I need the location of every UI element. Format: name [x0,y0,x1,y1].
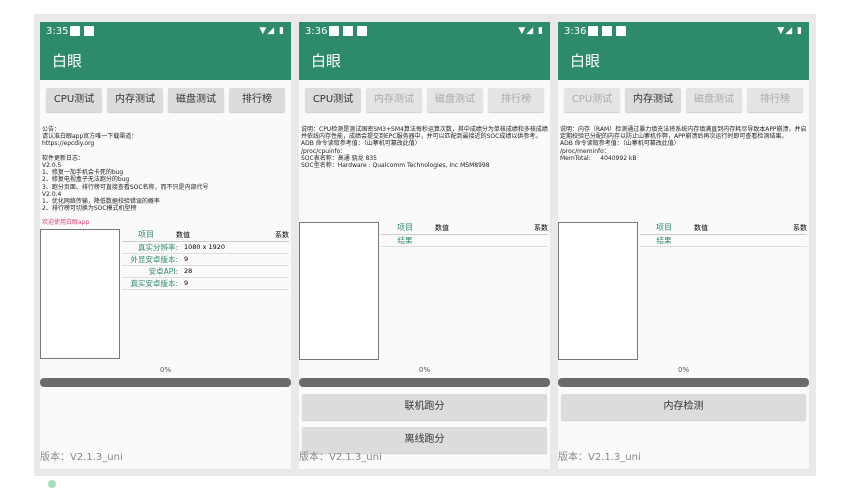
notification-icon [357,26,367,36]
online-benchmark-button[interactable]: 联机跑分 [302,394,547,420]
row-key: 真实安卓版本: [130,279,178,288]
memory-test-button[interactable]: 内存检测 [561,394,806,420]
table-header: 项目 数值 系数 [122,229,289,242]
green-dot-icon [48,480,56,488]
row-key: 外显安卓版本: [130,255,178,264]
header-value: 数值 [694,224,708,232]
welcome-text: 欢迎使用白眼app [42,219,90,226]
status-bar: 3:36 ▼◢ ▮ [299,22,550,42]
result-table: 项目 数值 系数 结果 [640,222,807,247]
notification-icon [343,26,353,36]
version-label: 版本：V2.1.3_uni [299,452,382,463]
table-row: 结果 [381,235,548,247]
status-bar: 3:36 ▼◢ ▮ [558,22,809,42]
signal-battery-icons: ▼◢ ▮ [518,26,544,36]
phone-screen-memory-test: 3:36 ▼◢ ▮ 白眼 CPU测试 内存测试 磁盘测试 排行榜 说明：内存（R… [558,22,809,469]
tab-memory-test[interactable]: 内存测试 [366,88,422,112]
tab-disk-test[interactable]: 磁盘测试 [427,88,483,112]
progress-bar [299,378,550,387]
tab-leaderboard[interactable]: 排行榜 [488,88,544,112]
row-key: 真实分辨率: [137,243,178,252]
table-row: 真实分辨率: 1080 x 1920 [122,242,289,254]
tab-cpu-test[interactable]: CPU测试 [564,88,620,112]
table-row: 真实安卓版本: 9 [122,278,289,290]
header-value: 数值 [435,224,449,232]
header-coef: 系数 [275,231,289,239]
row-value: 1080 x 1920 [184,243,226,251]
row-key: 结果 [656,236,672,245]
header-coef: 系数 [793,224,807,232]
app-title: 白眼 [40,42,291,80]
status-time: 3:35 [46,26,69,37]
status-time: 3:36 [564,26,587,37]
notification-icons [588,26,626,36]
table-header: 项目 数值 系数 [640,222,807,235]
description-text: 说明：内存（RAM）检测通过暴力填充法将系统内存填满直到内存耗尽导致本APP崩溃… [560,126,807,162]
version-label: 版本：V2.1.3_uni [40,452,123,463]
row-value: 9 [184,279,189,287]
notification-icon [70,26,80,36]
notification-icon [616,26,626,36]
table-row: 结果 [640,235,807,247]
status-bar: 3:35 ▼◢ ▮ [40,22,291,42]
chart-area [558,222,638,360]
header-item: 项目 [397,223,413,232]
row-value [688,235,807,246]
tab-memory-test[interactable]: 内存测试 [625,88,681,112]
signal-battery-icons: ▼◢ ▮ [259,26,285,36]
header-item: 项目 [138,230,154,239]
table-header: 项目 数值 系数 [381,222,548,235]
tab-bar: CPU测试 内存测试 磁盘测试 排行榜 [299,80,550,112]
phone-screen-cpu-test: 3:36 ▼◢ ▮ 白眼 CPU测试 内存测试 磁盘测试 排行榜 说明：CPU检… [299,22,550,469]
notification-icon [84,26,94,36]
notification-icon [588,26,598,36]
tab-cpu-test[interactable]: CPU测试 [46,88,102,112]
row-key: 结果 [397,236,413,245]
header-value: 数值 [176,231,190,239]
result-table: 项目 数值 系数 结果 [381,222,548,247]
tab-memory-test[interactable]: 内存测试 [107,88,163,112]
progress-bar [558,378,809,387]
header-coef: 系数 [534,224,548,232]
app-title: 白眼 [558,42,809,80]
table-row: 外显安卓版本: 9 [122,254,289,266]
tab-leaderboard[interactable]: 排行榜 [747,88,803,112]
row-value: 9 [184,255,189,263]
row-value [429,235,548,246]
header-item: 项目 [656,223,672,232]
phone-screen-cpu-info: 3:35 ▼◢ ▮ 白眼 CPU测试 内存测试 磁盘测试 排行榜 公告： 请认准… [40,22,291,469]
chart-area [299,222,379,360]
progress-percent: 0% [160,366,172,374]
app-title: 白眼 [299,42,550,80]
info-table: 项目 数值 系数 真实分辨率: 1080 x 1920 外显安卓版本: 9 安卓AP… [122,229,289,290]
progress-bar [40,378,291,387]
progress-percent: 0% [419,366,431,374]
tab-bar: CPU测试 内存测试 磁盘测试 排行榜 [40,80,291,112]
notice-text: 公告： 请认准白眼app官方唯一下载渠道： https://epcdiy.org… [42,126,209,213]
row-value: 28 [184,267,193,275]
tab-leaderboard[interactable]: 排行榜 [229,88,285,112]
tab-disk-test[interactable]: 磁盘测试 [686,88,742,112]
notification-icons [329,26,367,36]
description-text: 说明：CPU检测是测试国密SM3+SM4算法每秒运算次数，其中成绩分为单核成绩和… [301,126,548,170]
tab-disk-test[interactable]: 磁盘测试 [168,88,224,112]
row-key: 安卓API: [148,267,178,276]
tab-cpu-test[interactable]: CPU测试 [305,88,361,112]
notification-icon [602,26,612,36]
notification-icons [70,26,94,36]
table-row: 安卓API: 28 [122,266,289,278]
chart-area [40,229,120,359]
tab-bar: CPU测试 内存测试 磁盘测试 排行榜 [558,80,809,112]
signal-battery-icons: ▼◢ ▮ [777,26,803,36]
version-label: 版本：V2.1.3_uni [558,452,641,463]
progress-percent: 0% [678,366,690,374]
notification-icon [329,26,339,36]
status-time: 3:36 [305,26,328,37]
